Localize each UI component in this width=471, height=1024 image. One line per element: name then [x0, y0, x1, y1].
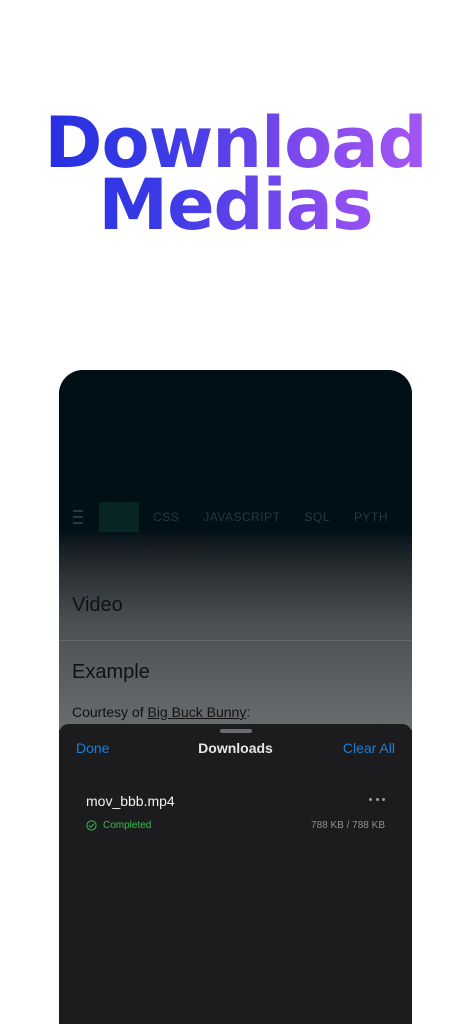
ellipsis-icon[interactable] — [369, 792, 385, 806]
divider — [59, 640, 412, 641]
phone-screen: CSS JAVASCRIPT SQL PYTH video on a web p… — [59, 370, 412, 1024]
intro-text: video on a web page. — [72, 536, 215, 553]
sheet-header: Done Downloads Clear All — [59, 740, 412, 764]
nav-item-sql[interactable]: SQL — [304, 510, 330, 524]
hero-title: Download Medias — [0, 108, 471, 240]
courtesy-prefix: Courtesy of — [72, 704, 148, 720]
big-buck-bunny-link[interactable]: Big Buck Bunny — [147, 704, 246, 720]
site-navbar: CSS JAVASCRIPT SQL PYTH — [59, 502, 412, 532]
courtesy-line: Courtesy of Big Buck Bunny: — [72, 704, 250, 720]
clear-all-button[interactable]: Clear All — [343, 740, 395, 756]
hamburger-icon[interactable] — [73, 510, 83, 524]
courtesy-suffix: : — [246, 704, 251, 720]
sheet-grabber[interactable] — [220, 729, 252, 733]
downloads-sheet: Done Downloads Clear All mov_bbb.mp4 Com… — [59, 724, 412, 1024]
heading-video: Video — [72, 594, 123, 616]
nav-item-active[interactable] — [98, 502, 140, 532]
check-circle-icon — [86, 820, 97, 831]
download-status: Completed — [86, 820, 151, 831]
nav-item-javascript[interactable]: JAVASCRIPT — [203, 510, 280, 524]
heading-example: Example — [72, 661, 150, 683]
web-page: CSS JAVASCRIPT SQL PYTH video on a web p… — [59, 370, 412, 730]
download-filename: mov_bbb.mp4 — [86, 793, 175, 809]
download-item[interactable]: mov_bbb.mp4 Completed 788 KB / 788 KB — [59, 784, 412, 844]
nav-item-python[interactable]: PYTH — [354, 510, 388, 524]
download-status-label: Completed — [103, 820, 152, 831]
download-size: 788 KB / 788 KB — [311, 820, 385, 831]
nav-item-css[interactable]: CSS — [153, 510, 179, 524]
